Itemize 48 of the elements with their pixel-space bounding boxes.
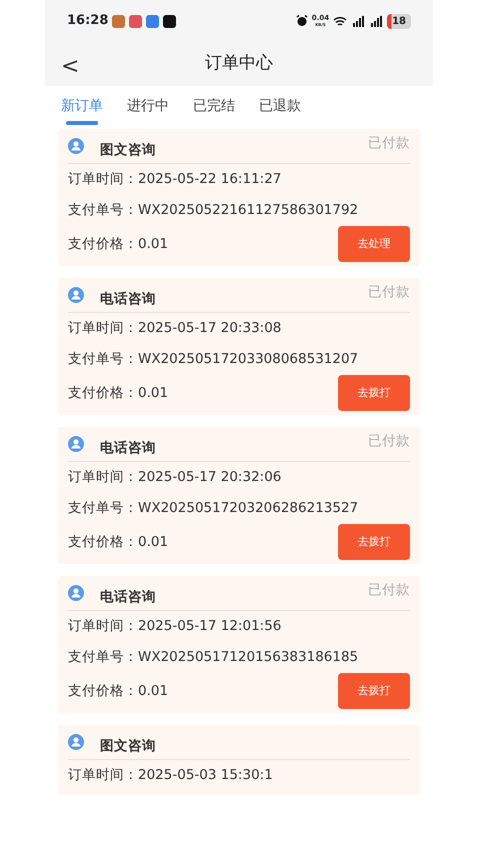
user-icon bbox=[68, 734, 84, 750]
user-icon bbox=[68, 138, 84, 154]
user-icon bbox=[68, 585, 84, 601]
alarm-icon bbox=[296, 15, 308, 27]
order-type: 图文咨询 bbox=[100, 737, 156, 755]
order-status: 已付款 bbox=[368, 581, 410, 600]
tab[interactable]: 新订单 bbox=[61, 90, 103, 121]
action-button[interactable]: 去拨打 bbox=[338, 673, 410, 709]
signal-icon bbox=[369, 16, 384, 26]
action-button[interactable]: 去拨打 bbox=[338, 524, 410, 560]
wifi-icon bbox=[333, 16, 348, 26]
order-field: 订单时间：2025-05-03 15:30:1 bbox=[68, 760, 273, 791]
action-button[interactable]: 去处理 bbox=[338, 226, 410, 262]
tab[interactable]: 进行中 bbox=[127, 90, 169, 121]
order-field: 支付单号：WX20250522161127586301792 bbox=[68, 195, 358, 226]
order-field: 订单时间：2025-05-17 20:33:08 bbox=[68, 313, 282, 344]
tab[interactable]: 已退款 bbox=[259, 90, 301, 121]
tab-indicator bbox=[66, 121, 98, 125]
order-type: 图文咨询 bbox=[100, 141, 156, 159]
order-type: 电话咨询 bbox=[100, 588, 156, 606]
page-title: 订单中心 bbox=[205, 52, 273, 76]
order-type: 电话咨询 bbox=[100, 439, 156, 457]
battery-indicator: 18 bbox=[387, 14, 411, 28]
order-status: 已付款 bbox=[368, 432, 410, 451]
order-field: 订单时间：2025-05-17 12:01:56 bbox=[68, 611, 282, 642]
app-icon bbox=[146, 14, 160, 28]
app-icon bbox=[112, 14, 126, 28]
order-status: 已付款 bbox=[368, 134, 410, 153]
order-field: 支付价格：0.01 bbox=[68, 378, 168, 408]
action-button[interactable]: 去拨打 bbox=[338, 375, 410, 411]
status-time: 16:28 bbox=[67, 12, 108, 30]
tab[interactable]: 已完结 bbox=[193, 90, 235, 121]
user-icon bbox=[68, 287, 84, 303]
order-type: 电话咨询 bbox=[100, 290, 156, 308]
signal-icon bbox=[351, 16, 366, 26]
order-field: 支付单号：WX20250517203308068531207 bbox=[68, 344, 358, 375]
order-field: 支付单号：WX20250517120156383186185 bbox=[68, 642, 358, 673]
order-field: 订单时间：2025-05-17 20:32:06 bbox=[68, 462, 282, 493]
order-field: 支付价格：0.01 bbox=[68, 526, 168, 558]
user-icon bbox=[68, 436, 84, 452]
order-status: 已付款 bbox=[368, 283, 410, 302]
app-icon bbox=[163, 14, 176, 28]
app-icon bbox=[129, 14, 142, 28]
order-field: 订单时间：2025-05-22 16:11:27 bbox=[68, 164, 282, 195]
order-field: 支付价格：0.01 bbox=[68, 676, 168, 706]
back-button[interactable]: < bbox=[57, 50, 84, 83]
order-field: 支付价格：0.01 bbox=[68, 228, 168, 260]
order-field: 支付单号：WX20250517203206286213527 bbox=[68, 493, 358, 524]
